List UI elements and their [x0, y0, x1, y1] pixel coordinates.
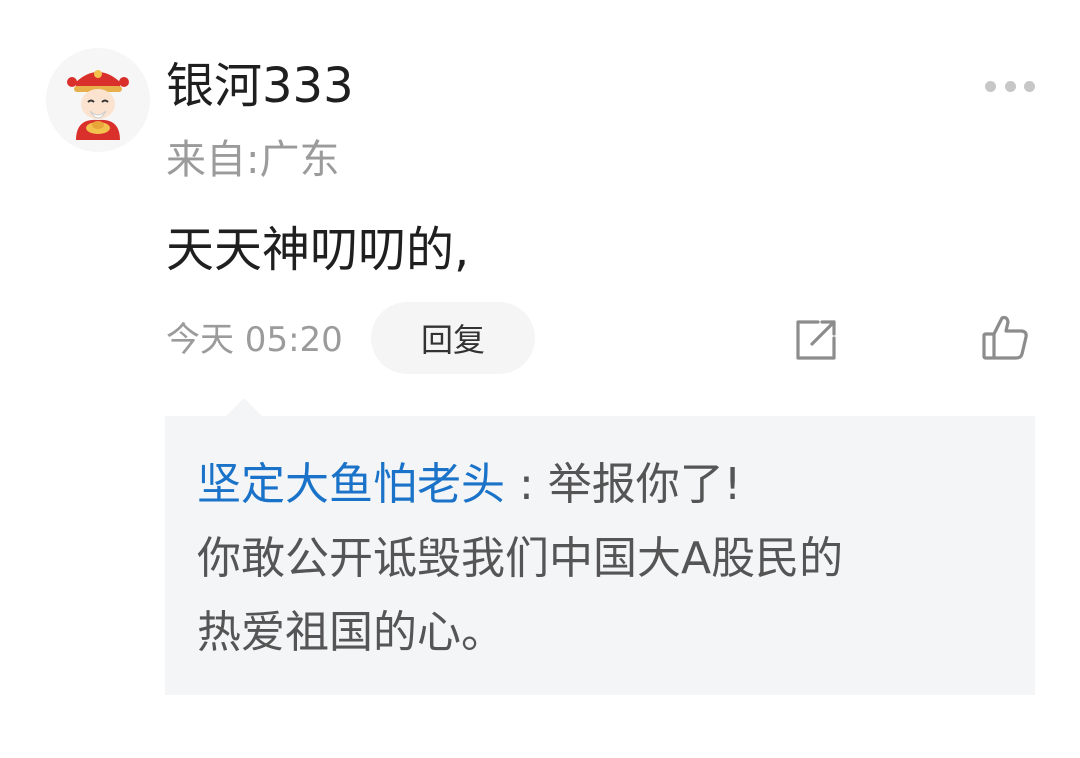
nested-reply-content: 坚定大鱼怕老头 : 举报你了! 你敢公开诋毁我们中国大A股民的 热爱祖国的心。 — [197, 448, 1017, 670]
nested-reply-author[interactable]: 坚定大鱼怕老头 — [197, 459, 505, 510]
comment-location: 来自:广东 — [166, 137, 340, 183]
reply-button[interactable]: 回复 — [371, 302, 535, 374]
share-icon[interactable] — [792, 316, 840, 364]
caishen-avatar-icon — [46, 48, 150, 152]
nested-reply-separator: : — [505, 459, 548, 510]
more-dots-icon[interactable] — [985, 78, 1035, 94]
thumbs-up-icon[interactable] — [980, 312, 1030, 362]
nested-reply-text-2: 你敢公开诋毁我们中国大A股民的 — [197, 533, 844, 584]
comment-time: 今天 05:20 — [166, 320, 343, 360]
reply-pointer — [226, 398, 262, 416]
nested-reply-text-3: 热爱祖国的心。 — [197, 607, 505, 658]
nested-reply-line: 坚定大鱼怕老头 : 举报你了! — [197, 448, 1017, 522]
avatar[interactable] — [46, 48, 150, 152]
more-dot — [985, 80, 996, 92]
nested-reply[interactable]: 坚定大鱼怕老头 : 举报你了! 你敢公开诋毁我们中国大A股民的 热爱祖国的心。 — [165, 416, 1035, 695]
comment-text: 天天神叨叨的, — [166, 222, 470, 278]
more-dot — [1024, 80, 1035, 92]
more-dot — [1004, 80, 1016, 92]
nested-reply-text-1: 举报你了! — [547, 459, 742, 510]
comment-username[interactable]: 银河333 — [166, 54, 354, 118]
